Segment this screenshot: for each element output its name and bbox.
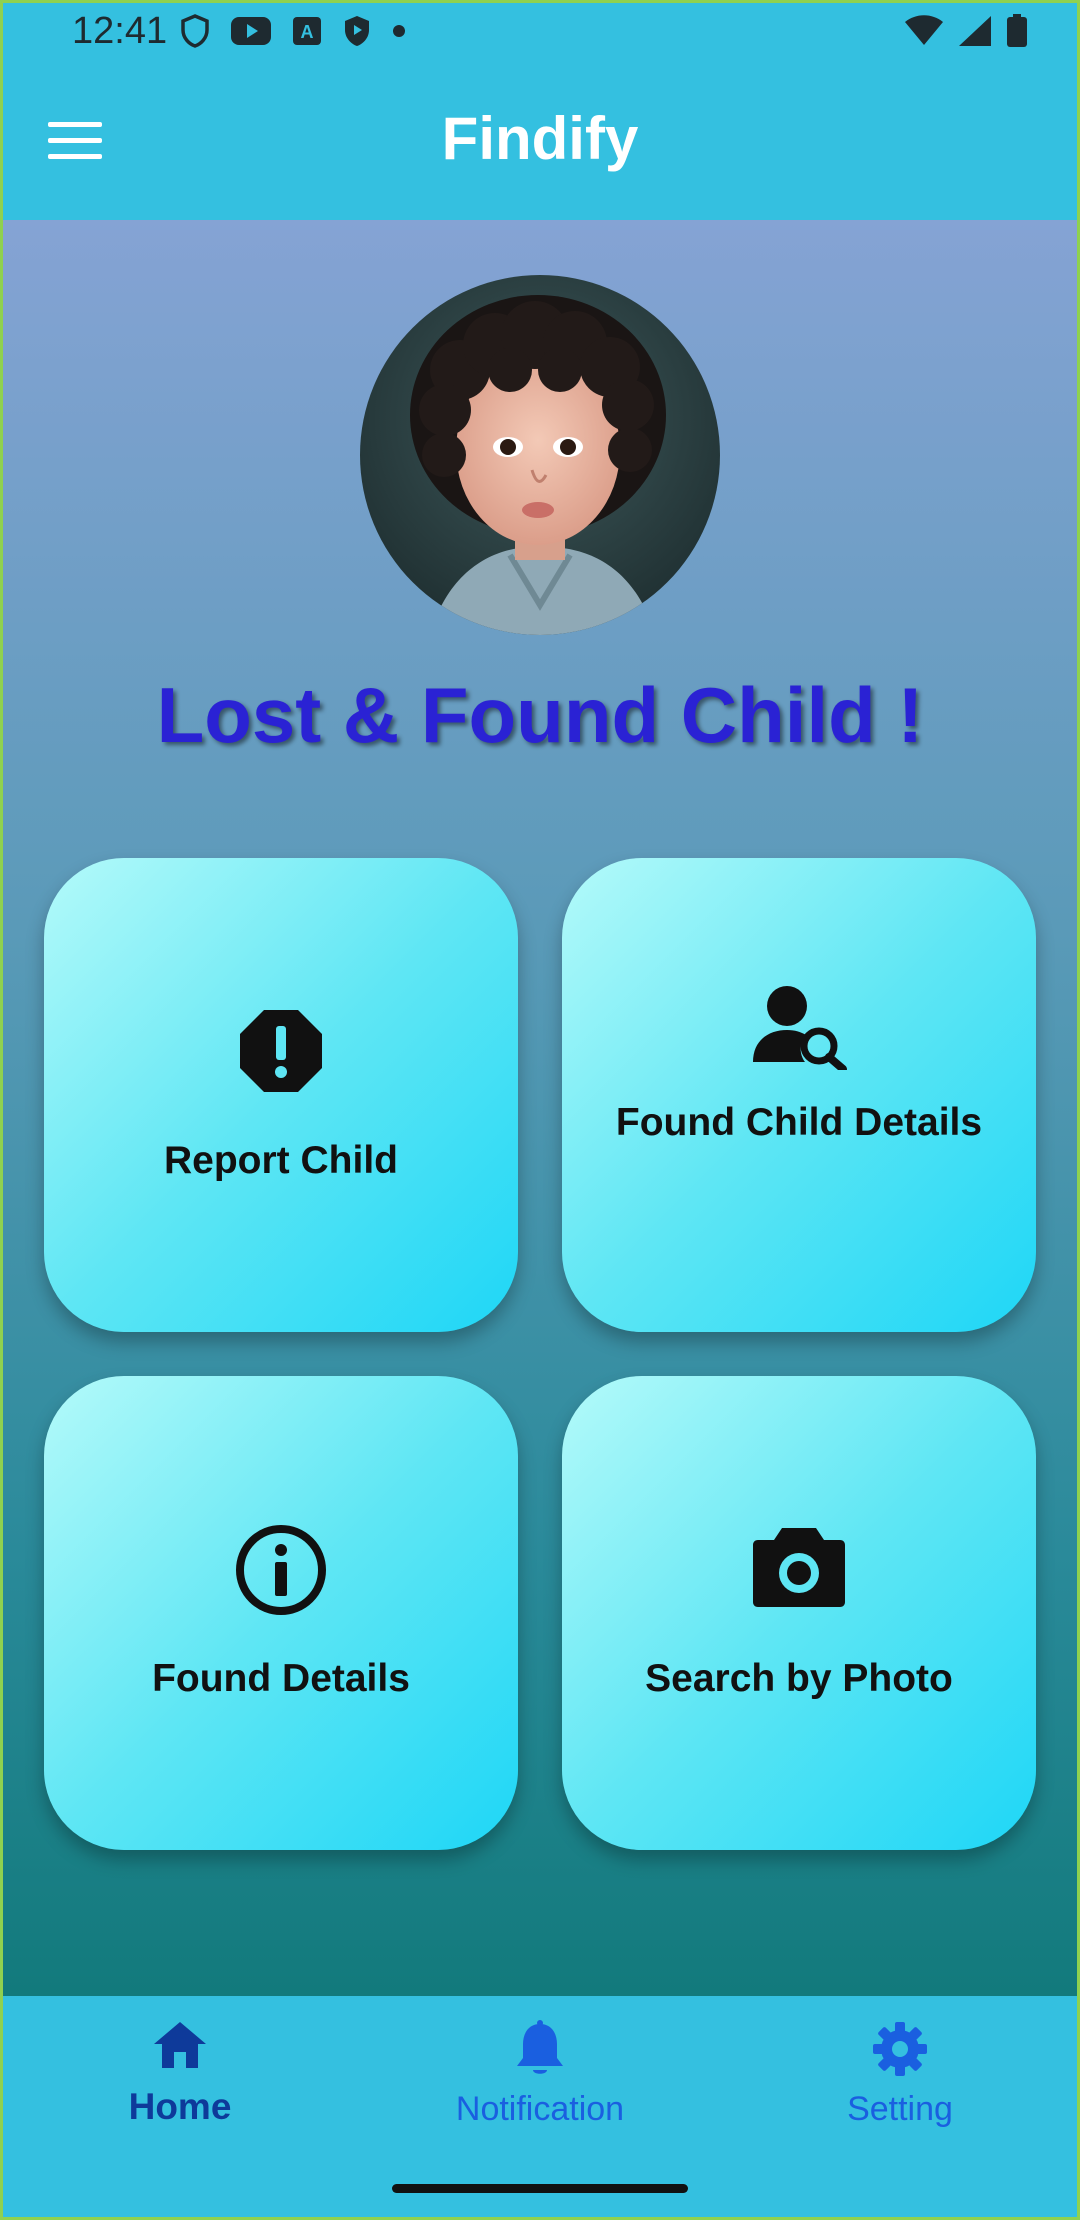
report-child-label: Report Child — [164, 1139, 398, 1182]
found-child-details-label: Found Child Details — [615, 1101, 983, 1144]
gear-icon — [873, 2022, 927, 2076]
nav-setting[interactable]: Setting — [720, 1996, 1080, 2196]
info-circle-icon — [236, 1525, 326, 1615]
main-content: Lost & Found Child ! Report Child Found … — [0, 220, 1080, 1996]
child-avatar — [360, 275, 720, 635]
report-child-card[interactable]: Report Child — [44, 858, 518, 1332]
cell-signal-icon — [959, 16, 991, 46]
found-details-label: Found Details — [152, 1657, 410, 1700]
nav-notification-label: Notification — [455, 2090, 625, 2128]
status-time: 12:41 — [72, 10, 168, 52]
dot-icon — [393, 25, 405, 37]
text-a-icon: A — [293, 17, 321, 45]
nav-setting-label: Setting — [847, 2090, 953, 2128]
bell-icon — [517, 2020, 563, 2074]
shield-play-icon — [345, 16, 369, 46]
status-icons-right — [904, 14, 1028, 48]
status-icons-left: A — [180, 14, 406, 48]
status-bar: 12:41 A — [0, 0, 1080, 66]
home-icon — [154, 2022, 206, 2068]
wifi-icon — [905, 15, 943, 45]
nav-home-label: Home — [128, 2086, 232, 2127]
found-details-card[interactable]: Found Details — [44, 1376, 518, 1850]
app-title: Findify — [441, 105, 639, 172]
app-bar: Findify — [0, 66, 1080, 220]
search-by-photo-label: Search by Photo — [645, 1657, 953, 1700]
nav-home[interactable]: Home — [0, 1996, 360, 2196]
shield-outline-icon — [181, 14, 209, 48]
svg-text:A: A — [301, 22, 314, 42]
camera-icon — [753, 1528, 845, 1607]
search-by-photo-card[interactable]: Search by Photo — [562, 1376, 1036, 1850]
youtube-icon — [231, 17, 271, 45]
nav-notification[interactable]: Notification — [360, 1996, 720, 2196]
battery-icon — [1007, 14, 1027, 47]
home-indicator — [392, 2184, 688, 2193]
person-search-icon — [753, 986, 847, 1070]
alert-octagon-icon — [240, 1010, 322, 1092]
found-child-details-card[interactable]: Found Child Details — [562, 858, 1036, 1332]
headline: Lost & Found Child ! — [156, 671, 924, 759]
